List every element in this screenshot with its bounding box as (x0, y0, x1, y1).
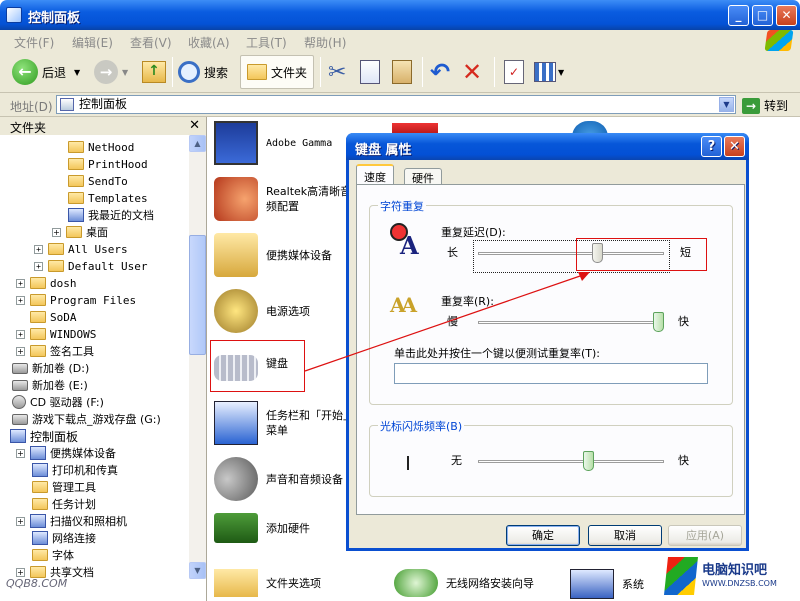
watermark-logo-icon (664, 557, 698, 595)
annotation-arrow (304, 272, 590, 372)
watermark-right: 电脑知识吧 WWW.DNZSB.COM (662, 551, 800, 601)
